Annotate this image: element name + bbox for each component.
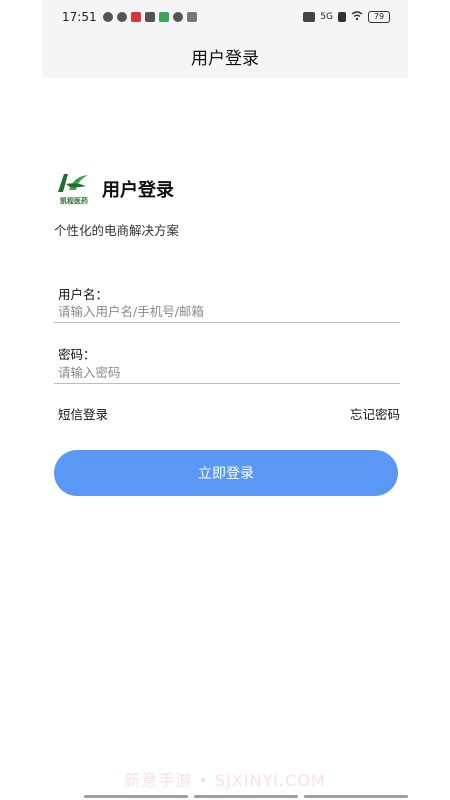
status-bar-left: 17:51 (62, 10, 197, 24)
password-input[interactable] (54, 362, 400, 384)
mail-icon (144, 12, 155, 22)
bottom-indicator (84, 795, 408, 798)
chat-icon (102, 12, 113, 22)
slogan: 个性化的电商解决方案 (54, 223, 180, 238)
sync-icon (172, 12, 183, 22)
play-icon (158, 12, 169, 22)
brand-row: 凯程医药 用户登录 (54, 170, 174, 208)
signal-icon (338, 12, 346, 22)
status-bar: 17:51 5G 79 (42, 0, 408, 34)
nav-bar: 用户登录 (42, 34, 408, 78)
sms-login-link[interactable]: 短信登录 (58, 404, 108, 423)
brand-title: 用户登录 (102, 180, 174, 201)
cloud-icon (116, 12, 127, 22)
phone-screen: 17:51 5G 79 用户登录 凯程医药 用户登录 个性化的电商解决方案 用户… (42, 0, 408, 800)
wifi-icon (351, 10, 363, 24)
bottom-indicator-segment (304, 795, 408, 798)
logo-mark-icon (58, 174, 88, 192)
company-logo: 凯程医药 (54, 170, 92, 208)
battery-indicator: 79 (368, 11, 390, 23)
app-notification-icon (130, 12, 141, 22)
network-indicator: 5G (320, 12, 333, 22)
password-label: 密码： (58, 347, 96, 362)
login-button[interactable]: 立即登录 (54, 450, 398, 496)
page-title: 用户登录 (191, 48, 259, 69)
status-time: 17:51 (62, 10, 97, 24)
hd-icon (303, 12, 316, 22)
status-bar-right: 5G 79 (303, 10, 390, 24)
forgot-password-link[interactable]: 忘记密码 (350, 404, 400, 423)
frame-left (0, 0, 42, 800)
username-input[interactable] (54, 301, 400, 323)
notification-icons (102, 12, 197, 22)
logo-text: 凯程医药 (60, 197, 88, 205)
home-icon (186, 12, 197, 22)
watermark: 新意手游 • SJXINYI.COM (124, 771, 326, 790)
bottom-indicator-segment (194, 795, 298, 798)
frame-right (408, 0, 450, 800)
bottom-indicator-segment (84, 795, 188, 798)
